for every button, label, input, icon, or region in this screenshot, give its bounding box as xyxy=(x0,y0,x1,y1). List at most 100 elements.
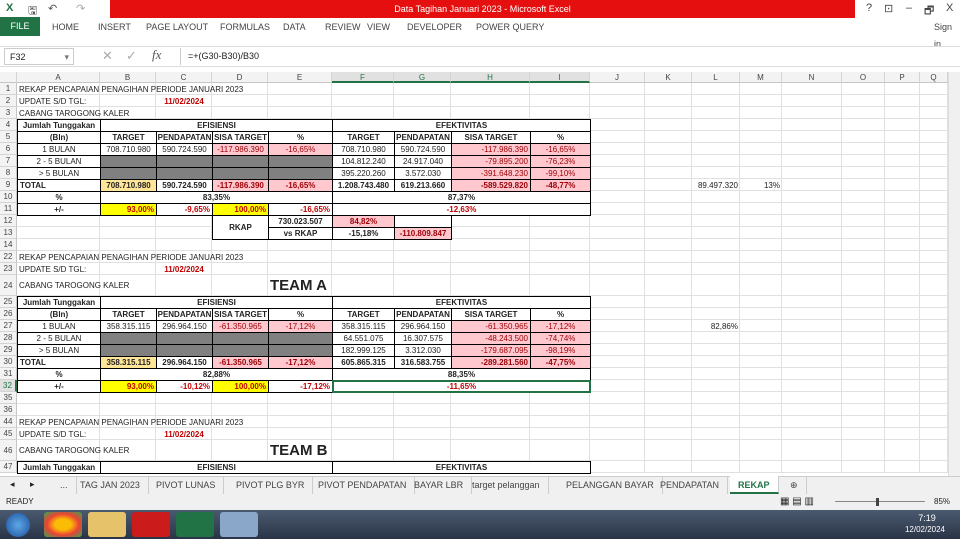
cell-D35[interactable] xyxy=(212,392,268,404)
clock-date[interactable]: 12/02/2024 xyxy=(895,525,955,534)
cell-H13[interactable] xyxy=(451,227,530,239)
row-header-32[interactable]: 32 xyxy=(0,380,17,392)
cell-G3[interactable] xyxy=(394,107,451,119)
cell-Q2[interactable] xyxy=(920,95,948,107)
cell-K25[interactable] xyxy=(645,296,692,308)
cell-M31[interactable] xyxy=(740,368,782,380)
cell-value-B11[interactable]: 93,00% xyxy=(100,203,157,216)
cell-P1[interactable] xyxy=(885,83,920,95)
cell-N27[interactable] xyxy=(782,320,842,332)
cell-N28[interactable] xyxy=(782,332,842,344)
cell-P5[interactable] xyxy=(885,131,920,143)
cell-J8[interactable] xyxy=(590,167,645,179)
cell-value-L9[interactable]: 89.497.320 xyxy=(692,179,740,191)
zoom-slider-handle[interactable] xyxy=(876,498,879,506)
cell-value-A32[interactable]: +/- xyxy=(17,380,101,393)
cell-L13[interactable] xyxy=(692,227,740,239)
cell-Q24[interactable] xyxy=(920,275,948,296)
cell-P35[interactable] xyxy=(885,392,920,404)
cell-Q23[interactable] xyxy=(920,263,948,275)
row-header-3[interactable]: 3 xyxy=(0,107,17,119)
cell-P23[interactable] xyxy=(885,263,920,275)
cell-O10[interactable] xyxy=(842,191,885,203)
cell-D14[interactable] xyxy=(212,239,268,251)
cell-G1[interactable] xyxy=(394,83,451,95)
sheet-tab-pelanggan-bayar[interactable]: PELANGGAN BAYAR xyxy=(558,476,663,494)
row-header-6[interactable]: 6 xyxy=(0,143,17,155)
cell-N8[interactable] xyxy=(782,167,842,179)
cell-K23[interactable] xyxy=(645,263,692,275)
ribbon-tab-data[interactable]: DATA xyxy=(283,19,306,36)
row-header-22[interactable]: 22 xyxy=(0,251,17,263)
paint-icon[interactable] xyxy=(220,512,258,537)
cell-Q3[interactable] xyxy=(920,107,948,119)
cell-E14[interactable] xyxy=(268,239,332,251)
cell-N3[interactable] xyxy=(782,107,842,119)
cell-M2[interactable] xyxy=(740,95,782,107)
cell-K26[interactable] xyxy=(645,308,692,320)
cell-Q36[interactable] xyxy=(920,404,948,416)
cell-H46[interactable] xyxy=(451,440,530,461)
sheet-tab-pivot-plg-byr[interactable]: PIVOT PLG BYR xyxy=(228,476,314,494)
cell-A13[interactable] xyxy=(17,227,100,239)
cell-D3[interactable] xyxy=(212,107,268,119)
cell-O30[interactable] xyxy=(842,356,885,368)
row-header-26[interactable]: 26 xyxy=(0,308,17,320)
cell-J11[interactable] xyxy=(590,203,645,215)
cell-value-A11[interactable]: +/- xyxy=(17,203,101,216)
cell-value-L27[interactable]: 82,86% xyxy=(692,320,740,332)
cell-P6[interactable] xyxy=(885,143,920,155)
cell-G14[interactable] xyxy=(394,239,451,251)
cell-J30[interactable] xyxy=(590,356,645,368)
cell-O27[interactable] xyxy=(842,320,885,332)
row-header-27[interactable]: 27 xyxy=(0,320,17,332)
cell-N31[interactable] xyxy=(782,368,842,380)
cell-P9[interactable] xyxy=(885,179,920,191)
cell-P32[interactable] xyxy=(885,380,920,392)
cell-value-A46[interactable]: CABANG TAROGONG KALER xyxy=(17,440,131,461)
cell-H3[interactable] xyxy=(451,107,530,119)
cell-P46[interactable] xyxy=(885,440,920,461)
cell-J12[interactable] xyxy=(590,215,645,227)
row-header-29[interactable]: 29 xyxy=(0,344,17,356)
column-header-G[interactable]: G xyxy=(394,72,451,83)
view-buttons[interactable]: ▦ ▤ ▥ xyxy=(780,494,814,510)
cell-C13[interactable] xyxy=(156,227,212,239)
cell-J23[interactable] xyxy=(590,263,645,275)
cell-Q29[interactable] xyxy=(920,344,948,356)
excel-taskbar-icon[interactable] xyxy=(176,512,214,537)
row-header-2[interactable]: 2 xyxy=(0,95,17,107)
cell-D45[interactable] xyxy=(212,428,268,440)
minimize-icon[interactable]: – xyxy=(906,2,912,14)
cell-F44[interactable] xyxy=(332,416,394,428)
cell-N5[interactable] xyxy=(782,131,842,143)
cell-O11[interactable] xyxy=(842,203,885,215)
cell-value-A45[interactable]: UPDATE S/D TGL: xyxy=(17,428,88,440)
sheet-tab-pendapatan[interactable]: PENDAPATAN xyxy=(652,476,729,494)
cell-Q14[interactable] xyxy=(920,239,948,251)
cell-value-E13[interactable]: vs RKAP xyxy=(268,227,333,240)
cell-I44[interactable] xyxy=(530,416,590,428)
cell-L2[interactable] xyxy=(692,95,740,107)
cell-O7[interactable] xyxy=(842,155,885,167)
cell-D24[interactable] xyxy=(212,275,268,296)
cell-value-E46[interactable]: TEAM B xyxy=(268,440,330,461)
cell-P11[interactable] xyxy=(885,203,920,215)
cell-K14[interactable] xyxy=(645,239,692,251)
cell-value-D12[interactable]: RKAP xyxy=(212,215,269,240)
cell-L47[interactable] xyxy=(692,461,740,473)
cell-L4[interactable] xyxy=(692,119,740,131)
cell-P44[interactable] xyxy=(885,416,920,428)
cell-L25[interactable] xyxy=(692,296,740,308)
row-header-12[interactable]: 12 xyxy=(0,215,17,227)
cell-B45[interactable] xyxy=(100,428,156,440)
cell-M23[interactable] xyxy=(740,263,782,275)
column-header-D[interactable]: D xyxy=(212,72,268,83)
cell-Q46[interactable] xyxy=(920,440,948,461)
cell-K12[interactable] xyxy=(645,215,692,227)
cell-Q47[interactable] xyxy=(920,461,948,473)
cell-G36[interactable] xyxy=(394,404,451,416)
cell-K8[interactable] xyxy=(645,167,692,179)
column-header-L[interactable]: L xyxy=(692,72,740,83)
cell-value-M9[interactable]: 13% xyxy=(740,179,782,191)
